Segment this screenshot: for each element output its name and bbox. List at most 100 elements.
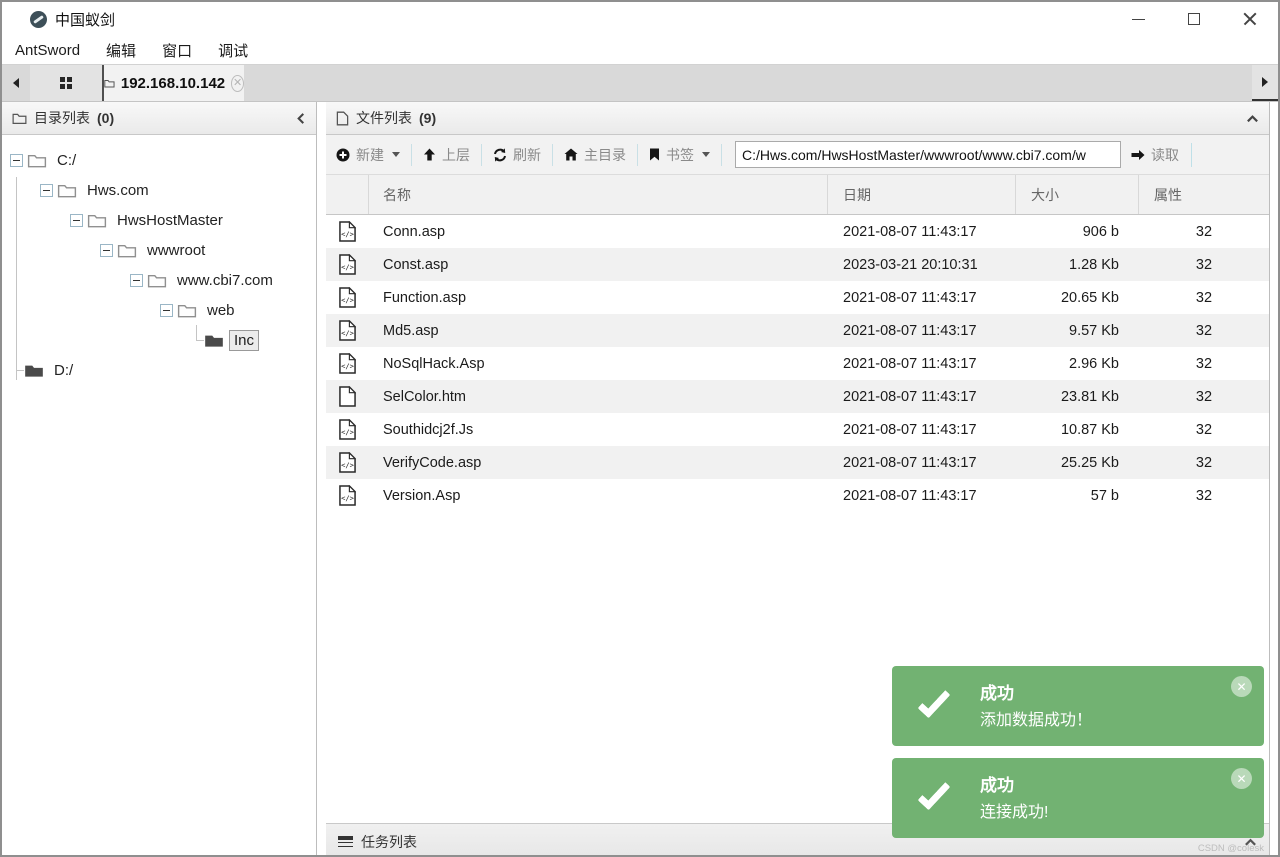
check-icon: [918, 777, 951, 811]
directory-tree: C:/ Hws.com HwsHostMaster: [2, 135, 316, 857]
minimize-button[interactable]: [1110, 2, 1166, 36]
antsword-window: 中国蚁剑 AntSword编辑窗口调试 192.168.10.142 ✕ 目录: [0, 0, 1280, 857]
new-button[interactable]: 新建: [336, 145, 400, 165]
panel-splitter[interactable]: [317, 102, 326, 857]
file-count: (9): [419, 110, 436, 126]
path-input[interactable]: [735, 141, 1121, 168]
tree-collapse-icon[interactable]: [130, 274, 143, 287]
menubar: AntSword 编辑 窗口 调试: [2, 36, 1278, 64]
file-name: NoSqlHack.Asp: [369, 356, 828, 372]
tree-node[interactable]: Inc: [190, 325, 316, 355]
toast-close-icon[interactable]: ✕: [1231, 676, 1252, 697]
menu-item[interactable]: 调试: [218, 40, 248, 61]
svg-text:</>: </>: [341, 296, 354, 305]
grid-icon: [60, 77, 73, 90]
file-row[interactable]: </> Version.Asp 2021-08-07 11:43:17 57 b…: [326, 479, 1269, 512]
file-name: SelColor.htm: [369, 389, 828, 405]
file-size: 57 b: [1016, 488, 1139, 504]
tree-node[interactable]: HwsHostMaster: [70, 205, 316, 235]
file-size: 906 b: [1016, 224, 1139, 240]
file-type-icon-cell: </>: [326, 485, 369, 506]
file-attr: 32: [1139, 224, 1269, 240]
window-controls: [1110, 2, 1278, 36]
col-attr[interactable]: 属性: [1139, 175, 1269, 214]
menu-item[interactable]: 编辑: [106, 40, 136, 61]
file-row[interactable]: </> Const.asp 2023-03-21 20:10:31 1.28 K…: [326, 248, 1269, 281]
directory-count: (0): [97, 110, 114, 126]
home-dir-button[interactable]: 主目录: [564, 145, 626, 165]
file-attr: 32: [1139, 323, 1269, 339]
window-title: 中国蚁剑: [55, 9, 115, 30]
tree-node[interactable]: Hws.com: [40, 175, 316, 205]
file-size: 10.87 Kb: [1016, 422, 1139, 438]
tree-node[interactable]: D:/: [10, 355, 316, 385]
tab-home-grid[interactable]: [30, 65, 104, 101]
collapse-up-icon[interactable]: [1246, 113, 1259, 124]
tab-shell-session[interactable]: 192.168.10.142 ✕: [104, 65, 244, 101]
toast-title: 成功: [980, 771, 1014, 796]
tree-guide-line: [16, 177, 17, 380]
tree-node-label: D:/: [49, 360, 78, 381]
folder-open-icon: [177, 303, 197, 318]
file-name: Version.Asp: [369, 488, 828, 504]
file-row[interactable]: </> Md5.asp 2021-08-07 11:43:17 9.57 Kb …: [326, 314, 1269, 347]
toast-connect-success: 成功 连接成功! ✕: [892, 758, 1264, 838]
menu-item[interactable]: AntSword: [15, 42, 80, 59]
refresh-button[interactable]: 刷新: [493, 145, 541, 165]
tree-collapse-icon[interactable]: [70, 214, 83, 227]
file-attr: 32: [1139, 422, 1269, 438]
tree-node[interactable]: wwwroot: [100, 235, 316, 265]
file-row[interactable]: </> Southidcj2f.Js 2021-08-07 11:43:17 1…: [326, 413, 1269, 446]
file-attr: 32: [1139, 488, 1269, 504]
code-file-icon: </>: [339, 419, 356, 440]
file-icon: [336, 111, 349, 126]
svg-text:</>: </>: [341, 494, 354, 503]
folder-icon: [12, 112, 27, 125]
code-file-icon: </>: [339, 287, 356, 308]
menu-item[interactable]: 窗口: [162, 40, 192, 61]
maximize-button[interactable]: [1166, 2, 1222, 36]
svg-text:</>: </>: [341, 230, 354, 239]
file-row[interactable]: </> VerifyCode.asp 2021-08-07 11:43:17 2…: [326, 446, 1269, 479]
tree-node[interactable]: www.cbi7.com: [130, 265, 316, 295]
file-type-icon-cell: </>: [326, 386, 369, 407]
file-row[interactable]: </> NoSqlHack.Asp 2021-08-07 11:43:17 2.…: [326, 347, 1269, 380]
home-icon: [564, 148, 578, 161]
tree-node[interactable]: C:/: [10, 145, 316, 175]
tabbar: 192.168.10.142 ✕: [2, 64, 1278, 102]
tree-collapse-icon[interactable]: [160, 304, 173, 317]
directory-panel-title: 目录列表: [34, 108, 90, 128]
file-row[interactable]: </> Function.asp 2021-08-07 11:43:17 20.…: [326, 281, 1269, 314]
code-file-icon: </>: [339, 320, 356, 341]
tree-node-label: wwwroot: [142, 240, 210, 261]
collapse-left-icon[interactable]: [295, 112, 306, 125]
task-list-icon: [338, 836, 353, 848]
file-type-icon-cell: </>: [326, 221, 369, 242]
tree-collapse-icon[interactable]: [40, 184, 53, 197]
tab-scroll-right-button[interactable]: [1252, 65, 1278, 101]
up-level-button[interactable]: 上层: [423, 145, 470, 165]
col-size[interactable]: 大小: [1016, 175, 1139, 214]
plus-circle-icon: [336, 148, 350, 162]
file-date: 2021-08-07 11:43:17: [828, 455, 1016, 471]
toast-add-data-success: 成功 添加数据成功！ ✕: [892, 666, 1264, 746]
tree-collapse-icon[interactable]: [10, 154, 23, 167]
toast-title: 成功: [980, 679, 1014, 704]
file-table-body: </> Conn.asp 2021-08-07 11:43:17 906 b 3…: [326, 215, 1269, 512]
toast-close-icon[interactable]: ✕: [1231, 768, 1252, 789]
tree-node[interactable]: web: [160, 295, 316, 325]
file-type-icon-cell: </>: [326, 287, 369, 308]
folder-open-icon: [87, 213, 107, 228]
tab-close-icon[interactable]: ✕: [231, 75, 244, 92]
col-name[interactable]: 名称: [369, 175, 828, 214]
close-button[interactable]: [1222, 2, 1278, 36]
tree-collapse-icon[interactable]: [100, 244, 113, 257]
tab-scroll-left-button[interactable]: [2, 65, 30, 101]
file-attr: 32: [1139, 356, 1269, 372]
file-type-icon-cell: </>: [326, 254, 369, 275]
col-date[interactable]: 日期: [828, 175, 1016, 214]
read-button[interactable]: 读取: [1131, 145, 1179, 165]
file-row[interactable]: </> SelColor.htm 2021-08-07 11:43:17 23.…: [326, 380, 1269, 413]
file-row[interactable]: </> Conn.asp 2021-08-07 11:43:17 906 b 3…: [326, 215, 1269, 248]
bookmark-button[interactable]: 书签: [649, 145, 710, 165]
